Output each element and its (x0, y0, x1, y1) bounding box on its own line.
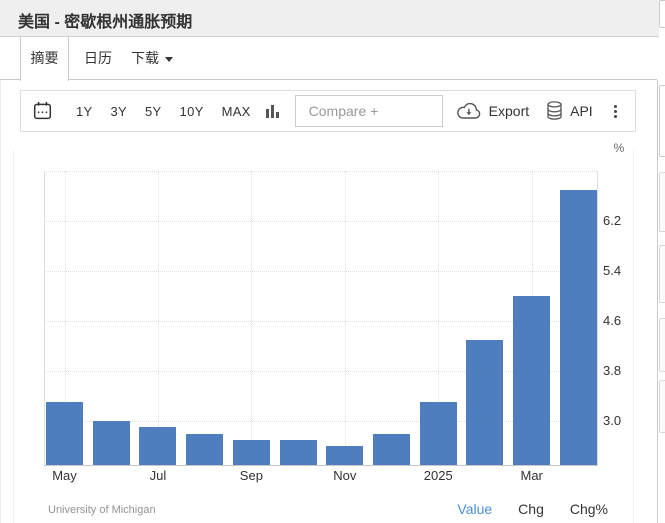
cutoff-widget (659, 85, 665, 157)
range-10y[interactable]: 10Y (171, 104, 213, 119)
titlebar: 美国 - 密歇根州通胀预期 (0, 0, 659, 37)
cloud-download-icon (456, 102, 482, 120)
footer-link-value[interactable]: Value (457, 501, 492, 517)
bar[interactable] (466, 339, 504, 465)
bar[interactable] (186, 433, 224, 465)
database-icon (546, 101, 563, 121)
chart-toolbar: 1Y 3Y 5Y 10Y MAX Compare + Export API (20, 90, 636, 132)
bar[interactable] (559, 189, 597, 465)
page-title: 美国 - 密歇根州通胀预期 (18, 14, 193, 31)
compare-placeholder: Compare + (308, 103, 379, 119)
bar[interactable] (232, 439, 270, 465)
cutoff-widget (659, 172, 665, 232)
range-max[interactable]: MAX (213, 104, 260, 119)
cutoff-widget (659, 380, 665, 433)
tab-download[interactable]: 下载 (124, 37, 180, 79)
cutoff-widget (659, 0, 665, 28)
tab-calendar[interactable]: 日历 (76, 37, 120, 79)
bar[interactable] (326, 446, 364, 465)
cutoff-widget (659, 245, 665, 303)
tab-bar: 摘要 日历 下载 (0, 37, 657, 81)
bar[interactable] (92, 421, 130, 465)
bar-chart-icon[interactable] (265, 104, 281, 119)
range-5y[interactable]: 5Y (136, 104, 171, 119)
export-label: Export (488, 103, 530, 119)
api-label: API (570, 103, 593, 119)
tab-summary[interactable]: 摘要 (20, 37, 69, 81)
bar[interactable] (46, 402, 83, 465)
bar[interactable] (279, 439, 317, 465)
compare-input[interactable]: Compare + (294, 95, 443, 127)
tab-download-label: 下载 (131, 50, 159, 66)
range-1y[interactable]: 1Y (67, 104, 102, 119)
cutoff-widget (659, 318, 665, 372)
bar[interactable] (513, 296, 551, 465)
footer-link-chg[interactable]: Chg (518, 501, 544, 517)
footer-links: Value Chg Chg% (457, 501, 608, 517)
api-button[interactable]: API (546, 101, 593, 121)
source-label: University of Michigan (48, 504, 156, 516)
kebab-menu-icon[interactable] (610, 101, 621, 122)
bar[interactable] (373, 433, 411, 465)
footer-link-chgpct[interactable]: Chg% (570, 501, 608, 517)
chevron-down-icon (165, 57, 173, 62)
range-3y[interactable]: 3Y (102, 104, 137, 119)
bar[interactable] (139, 427, 177, 465)
calendar-icon[interactable] (33, 101, 52, 121)
range-selector: 1Y 3Y 5Y 10Y MAX (67, 104, 260, 119)
export-button[interactable]: Export (456, 102, 530, 120)
page: 美国 - 密歇根州通胀预期 摘要 日历 下载 1Y 3Y 5Y 10Y MAX … (0, 0, 665, 523)
bar[interactable] (419, 402, 457, 465)
